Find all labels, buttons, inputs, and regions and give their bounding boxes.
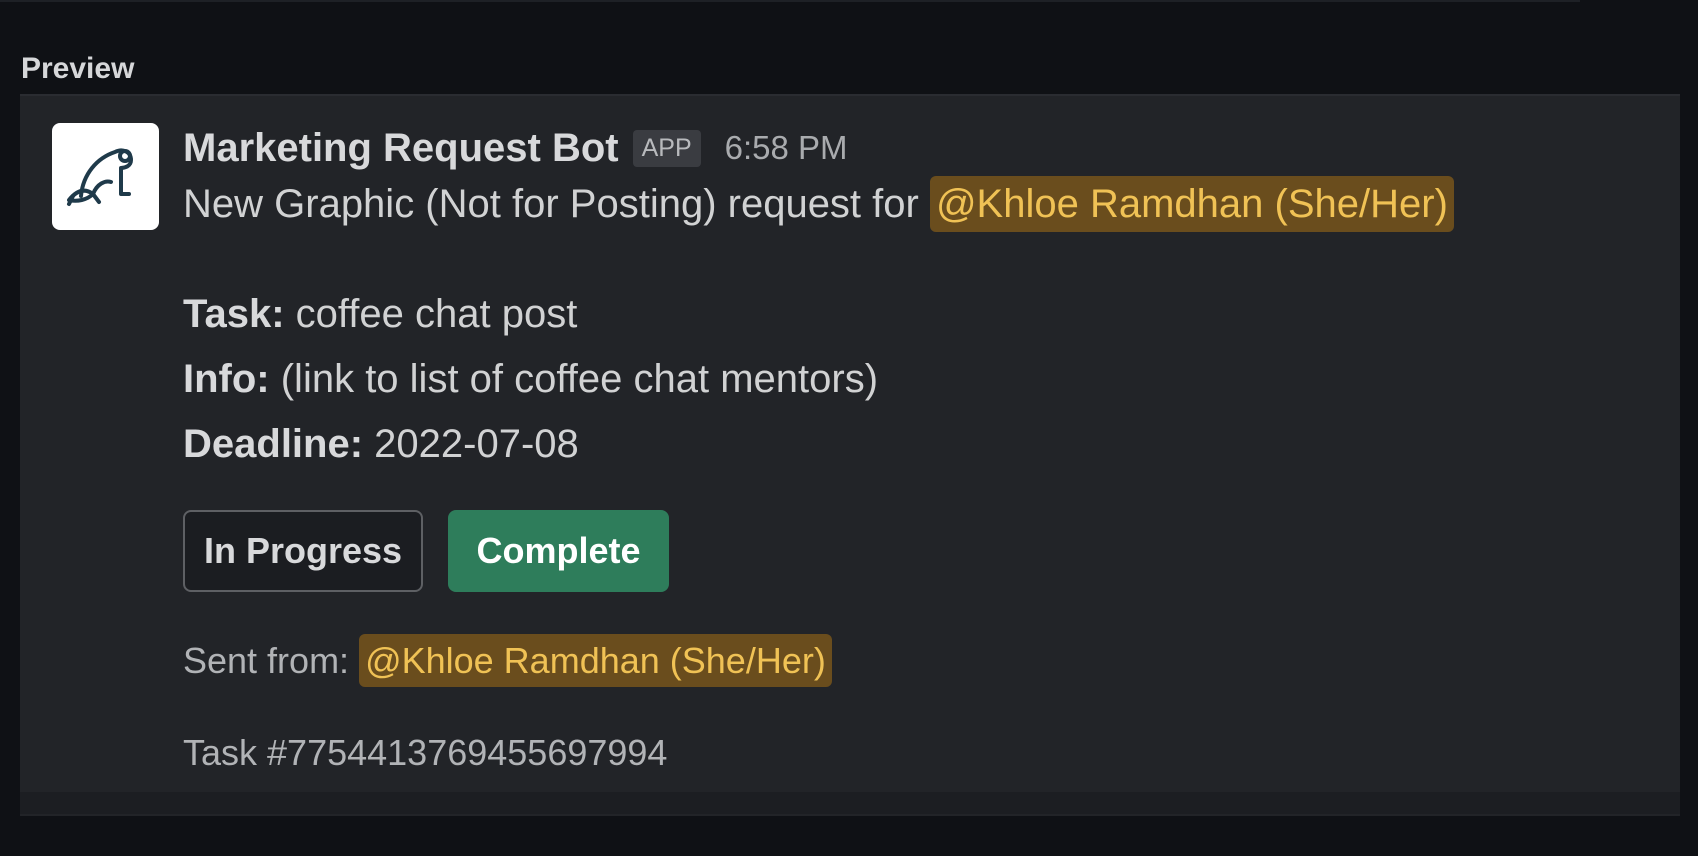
message-header: Marketing Request Bot APP 6:58 PM <box>183 120 848 176</box>
deadline-line: Deadline: 2022-07-08 <box>183 422 579 467</box>
deadline-label: Deadline: <box>183 422 364 466</box>
message-intro-line: New Graphic (Not for Posting) request fo… <box>183 176 1454 232</box>
task-label: Task: <box>183 292 285 336</box>
message-timestamp[interactable]: 6:58 PM <box>725 129 848 167</box>
info-line: Info: (link to list of coffee chat mento… <box>183 357 878 402</box>
sent-from-label: Sent from: <box>183 640 360 681</box>
sender-mention[interactable]: @Khloe Ramdhan (She/Her) <box>359 634 832 687</box>
app-badge: APP <box>632 129 701 167</box>
panel-footer-strip <box>20 792 1680 814</box>
sent-from-line: Sent from: @Khloe Ramdhan (She/Her) <box>183 634 832 687</box>
top-divider <box>0 0 1580 2</box>
info-label: Info: <box>183 357 270 401</box>
task-id: Task #7754413769455697994 <box>183 732 668 773</box>
user-mention[interactable]: @Khloe Ramdhan (She/Her) <box>929 176 1454 232</box>
frog-logo-icon[interactable] <box>52 123 159 230</box>
intro-text: New Graphic (Not for Posting) request fo… <box>183 182 930 226</box>
complete-button[interactable]: Complete <box>448 510 669 592</box>
deadline-value: 2022-07-08 <box>363 422 579 466</box>
in-progress-button[interactable]: In Progress <box>183 510 423 592</box>
preview-label: Preview <box>21 52 135 85</box>
bot-name[interactable]: Marketing Request Bot <box>183 126 619 171</box>
task-line: Task: coffee chat post <box>183 292 577 337</box>
task-value: coffee chat post <box>284 292 578 336</box>
info-value: (link to list of coffee chat mentors) <box>269 357 879 401</box>
